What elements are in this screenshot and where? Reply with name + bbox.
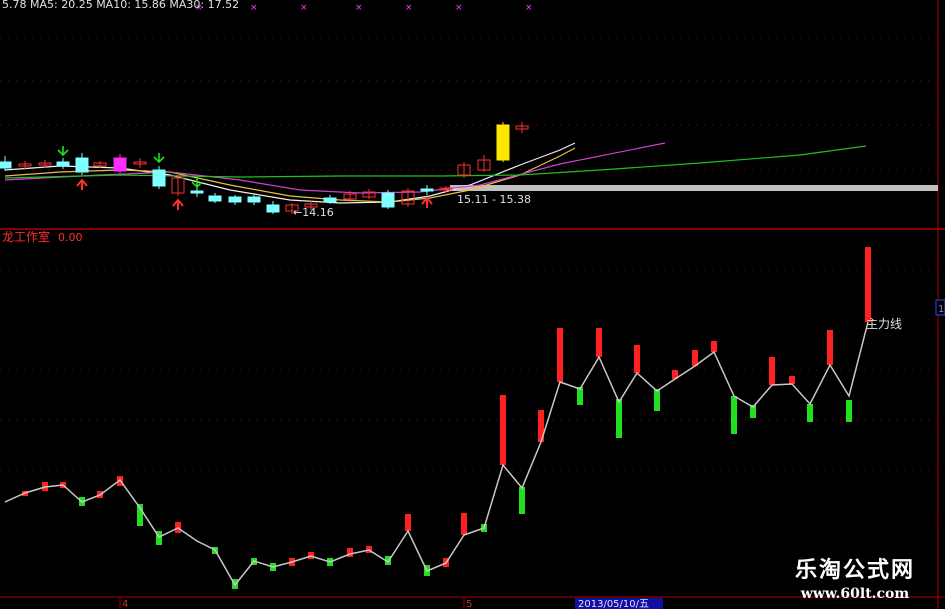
right-tag: 1	[938, 304, 944, 315]
indicator-title: 龙工作室	[2, 229, 50, 244]
candle	[0, 161, 12, 169]
buy-arrow-icon	[172, 198, 184, 210]
indicator-bar	[769, 357, 775, 385]
low-price-label: ←14.16	[293, 206, 334, 219]
x-tick-label: 4	[122, 599, 128, 609]
indicator-bar	[654, 389, 660, 411]
top-marker: ×	[355, 3, 363, 13]
x-tick-label: 5	[466, 599, 472, 609]
indicator-bar	[807, 404, 813, 422]
candle	[496, 124, 510, 161]
price-panel[interactable]: ←14.16 15.11 - 15.38	[0, 122, 938, 219]
main-force-label: 主力线	[866, 317, 902, 331]
current-date: 2013/05/10/五	[578, 599, 649, 609]
indicator-bar	[347, 548, 353, 557]
indicator-bar	[634, 345, 640, 373]
indicator-bar	[827, 330, 833, 365]
candle	[266, 204, 280, 213]
range-label: 15.11 - 15.38	[457, 193, 531, 206]
top-marker: ×	[525, 3, 533, 13]
watermark: 乐淘公式网 www.60lt.com	[795, 552, 915, 602]
candle	[420, 188, 434, 192]
indicator-bar	[616, 399, 622, 438]
indicator-bar	[405, 514, 411, 531]
indicator-bar	[731, 396, 737, 434]
indicator-panel[interactable]: 主力线 1	[4, 247, 945, 589]
indicator-bar	[500, 395, 506, 465]
indicator-bar	[519, 487, 525, 514]
candle	[247, 196, 261, 203]
indicator-bar	[711, 341, 717, 352]
top-marker: ×	[250, 3, 258, 13]
top-marker: ×	[405, 3, 413, 13]
candle	[152, 169, 166, 187]
sell-arrow-icon	[153, 153, 165, 164]
indicator-value: 0.00	[58, 231, 83, 244]
top-marker: ×	[300, 3, 308, 13]
main-force-line	[4, 321, 869, 587]
reference-band	[450, 185, 938, 191]
stock-chart[interactable]: × × × × × × × 5.78 MA5: 20.25 MA10: 15.86 MA30…	[0, 0, 945, 609]
indicator-bar	[596, 328, 602, 357]
candle	[208, 195, 222, 202]
candle	[381, 192, 395, 208]
sell-arrow-icon	[191, 178, 203, 189]
top-values-text: 5.78 MA5: 20.25 MA10: 15.86 MA30: 17.52	[2, 0, 239, 11]
indicator-bar	[846, 400, 852, 422]
buy-arrow-icon	[421, 196, 433, 208]
candle	[228, 196, 242, 203]
indicator-bar	[789, 376, 795, 384]
indicator-bar	[461, 513, 467, 535]
indicator-bar	[865, 247, 871, 322]
top-marker: ×	[455, 3, 463, 13]
candle	[323, 197, 337, 203]
candle	[56, 161, 70, 167]
watermark-title: 乐淘公式网	[794, 557, 915, 583]
buy-arrow-icon	[76, 178, 88, 190]
candle	[113, 157, 127, 172]
watermark-url: www.60lt.com	[800, 586, 910, 602]
candle	[190, 190, 204, 194]
candle	[75, 157, 89, 173]
sell-arrow-icon	[57, 146, 69, 157]
indicator-bar	[557, 328, 563, 382]
x-axis: 4 5 2013/05/10/五	[122, 598, 663, 609]
